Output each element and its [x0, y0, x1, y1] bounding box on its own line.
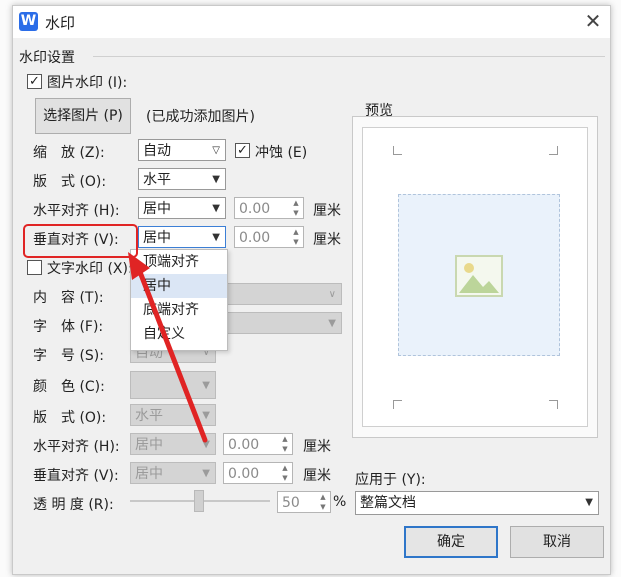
annotation-arrow-icon [128, 252, 208, 443]
